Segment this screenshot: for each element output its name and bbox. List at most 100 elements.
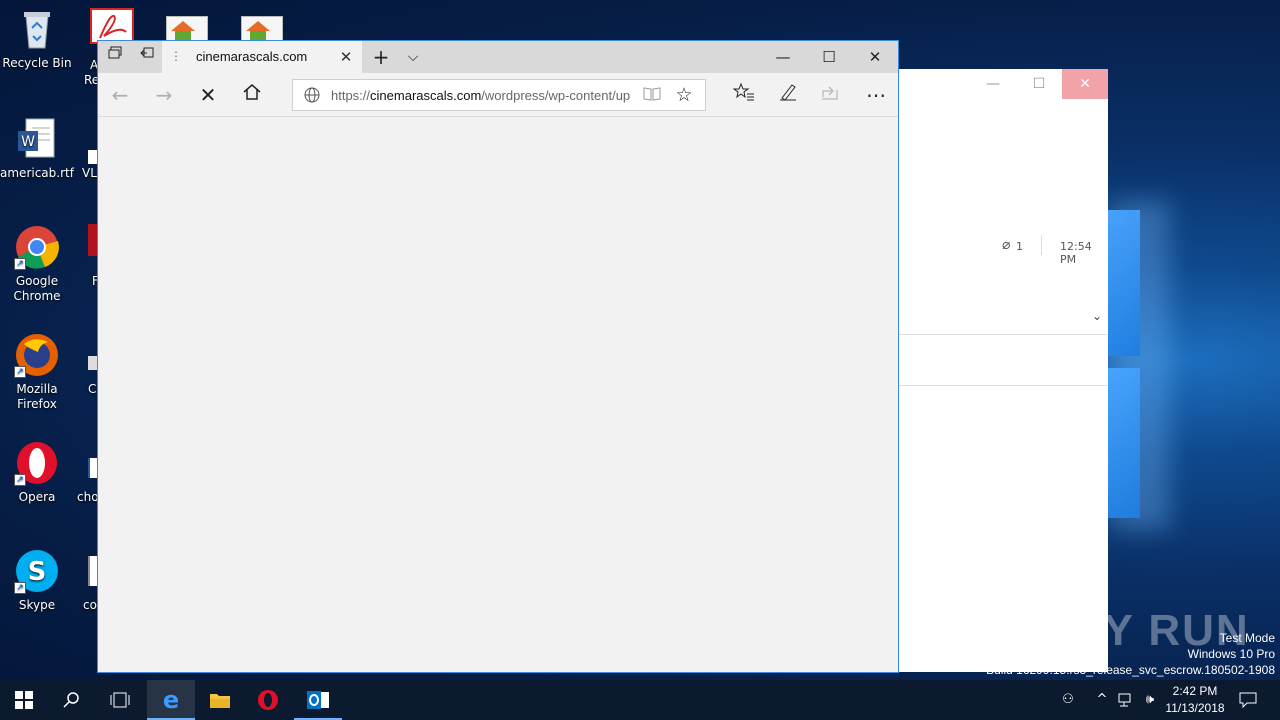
wallpaper-logo-pane — [1108, 210, 1140, 356]
svg-text:W: W — [21, 134, 35, 150]
people-button[interactable]: ⚇ — [1056, 680, 1080, 720]
ellipsis-icon: ⋯ — [866, 83, 886, 107]
show-hidden-icons-button[interactable]: ^ — [1092, 680, 1112, 720]
opera-icon: ↗ — [14, 440, 60, 486]
forward-button[interactable]: → — [144, 80, 184, 110]
tabs-aside-icon — [108, 46, 122, 59]
clock[interactable]: 2:42 PM 11/13/2018 — [1158, 683, 1232, 717]
people-icon: ⚇ — [1062, 692, 1074, 707]
close-button[interactable]: ✕ — [852, 41, 898, 73]
taskbar-opera[interactable] — [244, 680, 292, 720]
shortcut-arrow-icon: ↗ — [14, 366, 26, 378]
divider — [898, 385, 1108, 386]
globe-icon — [303, 86, 321, 104]
volume-button[interactable]: 🕪 — [1140, 680, 1160, 720]
test-mode-label: Test Mode — [1219, 631, 1275, 645]
minimize-button[interactable]: — — [970, 69, 1016, 99]
message-time: 12:54 PM — [1060, 240, 1092, 266]
stop-button[interactable]: ✕ — [188, 80, 228, 110]
close-button[interactable]: ✕ — [1062, 69, 1108, 99]
speaker-icon: 🕪 — [1145, 692, 1155, 707]
chrome-icon: ↗ — [14, 224, 60, 270]
firefox-icon: ↗ — [14, 332, 60, 378]
share-icon — [822, 86, 838, 100]
task-view-icon — [110, 692, 130, 708]
share-button[interactable] — [810, 80, 850, 110]
maximize-button[interactable]: ☐ — [1016, 69, 1062, 99]
chevron-down-icon: ⌵ — [407, 49, 419, 65]
tab-title: cinemarascals.com — [196, 49, 308, 64]
background-window-titlebar: — ☐ ✕ — [898, 69, 1108, 99]
chevron-down-icon[interactable]: ⌄ — [1092, 309, 1102, 323]
edge-browser-window[interactable]: ⋮ cinemarascals.com ✕ + ⌵ — ☐ ✕ ← → ✕ ht… — [97, 40, 899, 673]
url-host: cinemarascals.com — [370, 88, 482, 103]
tab-preview-button[interactable]: ⌵ — [398, 41, 428, 73]
divider — [898, 334, 1108, 335]
stop-x-icon: ✕ — [199, 83, 217, 107]
tab-close-button[interactable]: ✕ — [336, 41, 356, 73]
web-page-content[interactable] — [98, 117, 898, 672]
minimize-button[interactable]: — — [760, 41, 806, 73]
clock-date: 11/13/2018 — [1165, 701, 1225, 715]
desktop-icon-skype[interactable]: S ↗ Skype — [0, 548, 74, 613]
taskbar-edge[interactable]: e — [147, 680, 195, 720]
image-file-icon[interactable] — [166, 16, 208, 42]
recycle-bin-icon — [14, 6, 60, 52]
notification-icon — [1239, 692, 1257, 709]
edge-titlebar: ⋮ cinemarascals.com ✕ + ⌵ — ☐ ✕ — [98, 41, 898, 73]
desktop-icon-label: Mozilla Firefox — [16, 382, 58, 411]
edge-icon: e — [162, 686, 180, 714]
favorites-button[interactable] — [724, 80, 764, 110]
desktop-icon-mozilla-firefox[interactable]: ↗ Mozilla Firefox — [0, 332, 74, 412]
web-notes-button[interactable] — [768, 80, 808, 110]
action-center-button[interactable] — [1236, 680, 1260, 720]
desktop-icon-opera[interactable]: ↗ Opera — [0, 440, 74, 505]
taskbar: e ⚇ ^ 🕪 2:42 PM 11/13/2018 — [0, 680, 1280, 720]
back-button[interactable]: ← — [100, 80, 140, 110]
back-arrow-icon: ← — [111, 83, 129, 107]
set-tabs-aside-button[interactable] — [100, 41, 130, 73]
test-mode-notice: Test Mode Windows 10 Pro Build 16299.15.… — [986, 630, 1275, 678]
desktop-icon-label: Google Chrome — [13, 274, 61, 303]
windows-logo-icon — [15, 691, 33, 709]
desktop-icon-label: Skype — [18, 598, 56, 612]
attachment-count: 1 — [1016, 240, 1023, 253]
tab-cinemarascals[interactable]: ⋮ cinemarascals.com ✕ — [162, 41, 362, 73]
task-view-button[interactable] — [96, 680, 144, 720]
svg-text:S: S — [28, 557, 47, 587]
pen-icon — [780, 84, 796, 101]
desktop-icon-label: americab.rtf — [0, 166, 74, 180]
url-text[interactable]: https://cinemarascals.com/wordpress/wp-c… — [331, 88, 633, 103]
home-icon — [243, 84, 261, 100]
more-button[interactable]: ⋯ — [856, 80, 896, 110]
search-icon — [63, 692, 79, 708]
outlook-icon — [307, 691, 329, 709]
new-tab-button[interactable]: + — [366, 41, 396, 73]
image-file-icon[interactable] — [241, 16, 283, 42]
url-prefix: https:// — [331, 88, 371, 103]
network-button[interactable] — [1116, 680, 1136, 720]
windows-edition: Windows 10 Pro — [1187, 647, 1275, 661]
desktop-icon-americab-rtf[interactable]: W americab.rtf — [0, 116, 74, 181]
desktop-icon-recycle-bin[interactable]: Recycle Bin — [0, 6, 74, 71]
desktop-icon-google-chrome[interactable]: ↗ Google Chrome — [0, 224, 74, 304]
background-mail-window[interactable]: — ☐ ✕ ⌀ 1 12:54 PM ⌄ — [898, 69, 1108, 672]
reading-view-icon[interactable] — [641, 86, 663, 104]
search-button[interactable] — [48, 680, 96, 720]
show-tabs-aside-button[interactable] — [132, 41, 162, 73]
maximize-button[interactable]: ☐ — [806, 41, 852, 73]
address-bar[interactable]: https://cinemarascals.com/wordpress/wp-c… — [292, 79, 706, 111]
loading-spinner-icon: ⋮ — [170, 49, 182, 63]
acrobat-icon[interactable] — [90, 8, 134, 44]
home-button[interactable] — [232, 80, 272, 110]
favorites-list-icon — [732, 82, 754, 101]
forward-arrow-icon: → — [155, 83, 173, 107]
add-to-favorites-star-icon[interactable]: ☆ — [671, 83, 697, 107]
edge-navigation-bar: ← → ✕ https://cinemarascals.com/wordpres… — [98, 73, 898, 117]
taskbar-outlook[interactable] — [294, 680, 342, 720]
taskbar-file-explorer[interactable] — [196, 680, 244, 720]
desktop-icon-label: Opera — [18, 490, 56, 504]
start-button[interactable] — [0, 680, 48, 720]
windows-build: Build 16299.15.rs3_release_svc_escrow.18… — [986, 663, 1275, 677]
desktop-icon-label: Recycle Bin — [2, 56, 72, 70]
